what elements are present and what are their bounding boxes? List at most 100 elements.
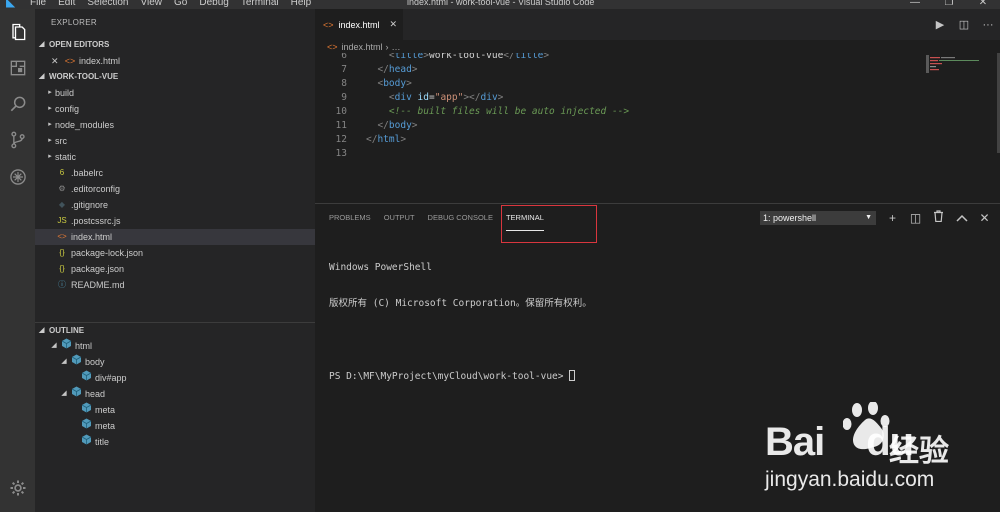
menu-bar: ◣ File Edit Selection View Go Debug Term… bbox=[0, 0, 323, 9]
menu-selection[interactable]: Selection bbox=[87, 0, 128, 9]
terminal-select[interactable]: 1: powershell ▼ bbox=[760, 211, 876, 225]
tree-item[interactable]: ▸ config bbox=[35, 101, 315, 117]
outline-header[interactable]: ◢ OUTLINE bbox=[35, 322, 315, 338]
html-file-icon: <> bbox=[57, 232, 67, 241]
outline-item-label: body bbox=[85, 357, 105, 367]
code-line: <!-- built files will be auto injected -… bbox=[388, 106, 630, 117]
menu-file[interactable]: File bbox=[30, 0, 46, 9]
minimap[interactable] bbox=[926, 55, 986, 75]
debug-icon bbox=[9, 169, 26, 185]
explorer-activity-button[interactable] bbox=[0, 17, 35, 47]
breadcrumb-more[interactable]: … bbox=[392, 42, 401, 52]
split-terminal-icon[interactable]: ◫ bbox=[904, 209, 927, 227]
info-file-icon: ⓘ bbox=[58, 280, 66, 289]
tab-output[interactable]: OUTPUT bbox=[384, 204, 415, 231]
debug-activity-button[interactable] bbox=[0, 162, 35, 192]
babel-file-icon: 6 bbox=[59, 168, 65, 177]
open-editors-header[interactable]: ◢ OPEN EDITORS bbox=[35, 37, 315, 53]
terminal-prompt: PS D:\MF\MyProject\myCloud\work-tool-vue… bbox=[329, 371, 570, 382]
code-line: </head> bbox=[377, 64, 418, 75]
outline-item[interactable]: meta bbox=[35, 418, 315, 434]
tree-item-label: .postcssrc.js bbox=[71, 216, 121, 226]
close-icon[interactable]: ✕ bbox=[51, 53, 63, 69]
chevron-down-icon: ◢ bbox=[61, 390, 67, 397]
outline-item-label: meta bbox=[95, 421, 116, 431]
tree-item-label: .babelrc bbox=[71, 168, 104, 178]
code-line: <body> bbox=[377, 78, 412, 89]
maximize-panel-icon[interactable] bbox=[950, 209, 973, 227]
outline-tree: ◢ html ◢ body div#app ◢ head meta meta title bbox=[35, 338, 315, 450]
terminal-output[interactable]: Windows PowerShell 版权所有 (C) Microsoft Co… bbox=[329, 238, 592, 407]
outline-item-label: head bbox=[85, 389, 106, 399]
symbol-element-icon bbox=[69, 386, 83, 402]
chevron-right-icon: ▸ bbox=[48, 137, 52, 144]
outline-item[interactable]: ◢ html bbox=[35, 338, 315, 354]
line-number: 9 bbox=[341, 92, 347, 103]
tree-item[interactable]: <> index.html bbox=[35, 229, 315, 245]
code-line: </html> bbox=[366, 134, 407, 145]
tree-item[interactable]: ⚙ .editorconfig bbox=[35, 181, 315, 197]
symbol-element-icon bbox=[79, 434, 93, 450]
project-header[interactable]: ◢ WORK-TOOL-VUE bbox=[35, 69, 315, 85]
tree-item[interactable]: ▸ build bbox=[35, 85, 315, 101]
json-file-icon: {} bbox=[59, 248, 65, 257]
tree-item[interactable]: JS .postcssrc.js bbox=[35, 213, 315, 229]
close-window-button[interactable]: ✕ bbox=[966, 0, 1000, 9]
menu-terminal[interactable]: Terminal bbox=[241, 0, 279, 9]
breadcrumb-file[interactable]: index.html bbox=[342, 42, 383, 52]
menu-go[interactable]: Go bbox=[174, 0, 187, 9]
symbol-element-icon bbox=[79, 418, 93, 434]
new-terminal-icon[interactable]: + bbox=[881, 209, 904, 227]
html-file-icon: <> bbox=[327, 41, 338, 52]
chevron-down-icon: ◢ bbox=[39, 73, 45, 80]
minimize-button[interactable]: — bbox=[898, 0, 932, 9]
open-editor-item[interactable]: ✕ <> index.html bbox=[35, 53, 315, 69]
code-editor[interactable]: 6 <title>work-tool-vue</title> 7 </head> 8… bbox=[315, 53, 1000, 203]
split-editor-icon[interactable]: ◫ bbox=[952, 18, 976, 31]
tree-item[interactable]: {} package.json bbox=[35, 261, 315, 277]
outline-item[interactable]: ◢ head bbox=[35, 386, 315, 402]
tab-index-html[interactable]: <> index.html ✕ bbox=[315, 9, 403, 40]
file-tree: ▸ build ▸ config ▸ node_modules ▸ src ▸ static 6 .b… bbox=[35, 85, 315, 293]
outline-item[interactable]: title bbox=[35, 434, 315, 450]
tree-item[interactable]: ◆ .gitignore bbox=[35, 197, 315, 213]
tree-item-label: node_modules bbox=[55, 120, 115, 130]
chevron-right-icon: ▸ bbox=[48, 89, 52, 96]
tree-item[interactable]: 6 .babelrc bbox=[35, 165, 315, 181]
tree-item[interactable]: {} package-lock.json bbox=[35, 245, 315, 261]
outline-item[interactable]: ◢ body bbox=[35, 354, 315, 370]
outline-item-label: meta bbox=[95, 405, 116, 415]
trash-icon[interactable] bbox=[927, 209, 950, 227]
search-activity-button[interactable] bbox=[0, 89, 35, 119]
line-number: 10 bbox=[335, 106, 347, 117]
manage-activity-button[interactable] bbox=[0, 473, 35, 503]
tree-item[interactable]: ▸ src bbox=[35, 133, 315, 149]
tab-debug-console[interactable]: DEBUG CONSOLE bbox=[428, 204, 493, 231]
extensions-activity-button[interactable] bbox=[0, 53, 35, 83]
terminal-line: 版权所有 (C) Microsoft Corporation。保留所有权利。 bbox=[329, 298, 592, 309]
tab-problems[interactable]: PROBLEMS bbox=[329, 204, 371, 231]
html-file-icon: <> bbox=[323, 19, 334, 30]
tree-item[interactable]: ▸ static bbox=[35, 149, 315, 165]
source-control-activity-button[interactable] bbox=[0, 125, 35, 155]
outline-item[interactable]: div#app bbox=[35, 370, 315, 386]
more-actions-icon[interactable]: ··· bbox=[976, 19, 1000, 31]
line-number: 11 bbox=[335, 120, 347, 131]
line-number: 6 bbox=[341, 53, 347, 61]
tree-item[interactable]: ⓘ README.md bbox=[35, 277, 315, 293]
explorer-sidebar: EXPLORER ◢ OPEN EDITORS ✕ <> index.html … bbox=[35, 9, 315, 512]
close-icon[interactable]: ✕ bbox=[390, 19, 398, 30]
close-panel-icon[interactable]: ✕ bbox=[973, 209, 996, 227]
menu-edit[interactable]: Edit bbox=[58, 0, 75, 9]
tree-item-label: build bbox=[55, 88, 75, 98]
outline-item[interactable]: meta bbox=[35, 402, 315, 418]
tree-item-label: README.md bbox=[71, 280, 125, 290]
menu-debug[interactable]: Debug bbox=[199, 0, 228, 9]
menu-view[interactable]: View bbox=[141, 0, 163, 9]
run-icon[interactable]: ▶ bbox=[928, 18, 952, 31]
outline-item-label: html bbox=[75, 341, 93, 351]
maximize-button[interactable]: ❐ bbox=[932, 0, 966, 9]
tree-item[interactable]: ▸ node_modules bbox=[35, 117, 315, 133]
gear-icon bbox=[10, 480, 25, 496]
menu-help[interactable]: Help bbox=[291, 0, 312, 9]
